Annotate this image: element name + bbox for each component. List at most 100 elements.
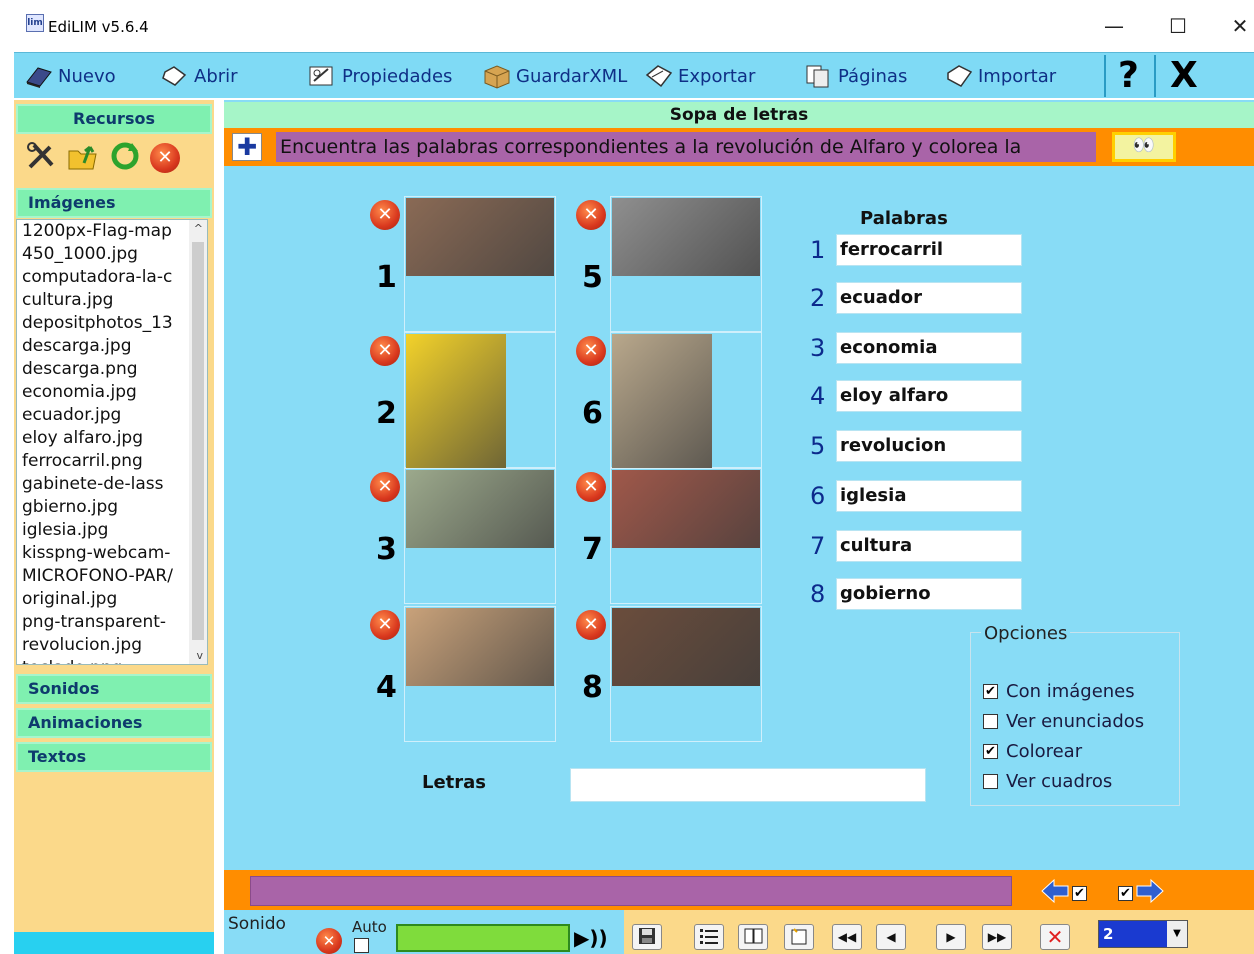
- image-file-list[interactable]: 1200px-Flag-map 450_1000.jpg computadora-l…: [16, 219, 208, 665]
- word-field[interactable]: iglesia: [836, 480, 1022, 512]
- page-list-button[interactable]: [694, 924, 724, 950]
- next-page-button[interactable]: ▶: [936, 924, 966, 950]
- options-group: Opciones ✔ Con imágenes Ver enunciados ✔ C…: [970, 623, 1180, 806]
- file-list-item[interactable]: depositphotos_13: [17, 312, 187, 335]
- next-page-link[interactable]: ✔: [1118, 878, 1165, 908]
- add-instruction-button[interactable]: ✚: [232, 133, 262, 161]
- word-number: 2: [810, 284, 826, 312]
- option-checkbox[interactable]: ✔: [983, 684, 998, 699]
- remove-image-icon[interactable]: ✕: [370, 336, 400, 366]
- option-colorear[interactable]: ✔ Colorear: [983, 741, 1082, 762]
- animations-section-tab[interactable]: Animaciones: [16, 708, 212, 738]
- remove-image-icon[interactable]: ✕: [370, 472, 400, 502]
- close-window-button[interactable]: ✕: [1226, 12, 1254, 40]
- remove-image-icon[interactable]: ✕: [576, 200, 606, 230]
- texts-section-tab[interactable]: Textos: [16, 742, 212, 772]
- picture-eloy-alfaro: [406, 608, 554, 686]
- file-list-item[interactable]: png-transparent-: [17, 611, 187, 634]
- file-list-item[interactable]: 1200px-Flag-map: [17, 220, 187, 243]
- word-field[interactable]: revolucion: [836, 430, 1022, 462]
- help-button[interactable]: ?: [1118, 55, 1139, 96]
- file-list-item[interactable]: eloy alfaro.jpg: [17, 427, 187, 450]
- option-con-imagenes[interactable]: ✔ Con imágenes: [983, 681, 1135, 702]
- scrollbar-thumb[interactable]: [192, 242, 204, 640]
- file-list-item[interactable]: gbierno.jpg: [17, 496, 187, 519]
- save-page-button[interactable]: [632, 924, 662, 950]
- word-field[interactable]: cultura: [836, 530, 1022, 562]
- remove-image-icon[interactable]: ✕: [576, 472, 606, 502]
- prev-page-button[interactable]: ◀: [876, 924, 906, 950]
- upload-folder-icon[interactable]: [66, 139, 100, 177]
- file-list-scrollbar[interactable]: ^ v: [189, 220, 207, 664]
- toolbar-divider: [1104, 55, 1106, 97]
- refresh-icon[interactable]: [108, 139, 142, 177]
- remove-image-icon[interactable]: ✕: [576, 336, 606, 366]
- file-list-item[interactable]: original.jpg: [17, 588, 187, 611]
- duplicate-page-button[interactable]: [738, 924, 768, 950]
- feedback-text-field[interactable]: [250, 876, 1012, 906]
- file-list-item[interactable]: iglesia.jpg: [17, 519, 187, 542]
- sound-progress: [396, 924, 570, 952]
- word-field[interactable]: economia: [836, 332, 1022, 364]
- new-page-button[interactable]: [784, 924, 814, 950]
- option-checkbox[interactable]: [983, 714, 998, 729]
- remove-image-icon[interactable]: ✕: [576, 610, 606, 640]
- prev-link-checkbox[interactable]: ✔: [1072, 885, 1087, 901]
- file-list-item[interactable]: kisspng-webcam-: [17, 542, 187, 565]
- prev-page-link[interactable]: ✔: [1040, 878, 1087, 908]
- exportar-button[interactable]: Exportar: [644, 61, 755, 91]
- file-list-item[interactable]: 450_1000.jpg: [17, 243, 187, 266]
- option-checkbox[interactable]: ✔: [983, 744, 998, 759]
- file-list-item[interactable]: teclado.png: [17, 657, 187, 664]
- word-field[interactable]: ferrocarril: [836, 234, 1022, 266]
- abrir-button[interactable]: Abrir: [160, 61, 238, 91]
- last-page-button[interactable]: ▶▶: [982, 924, 1012, 950]
- file-list-item[interactable]: revolucion.jpg: [17, 634, 187, 657]
- letters-input[interactable]: [570, 768, 926, 802]
- file-list-item[interactable]: ferrocarril.png: [17, 450, 187, 473]
- images-section-tab[interactable]: Imágenes: [16, 188, 212, 218]
- scroll-down-icon[interactable]: v: [196, 649, 203, 662]
- picture-gobierno: [612, 608, 760, 686]
- word-field[interactable]: ecuador: [836, 282, 1022, 314]
- remove-image-icon[interactable]: ✕: [370, 610, 400, 640]
- remove-image-icon[interactable]: ✕: [370, 200, 400, 230]
- importar-button[interactable]: Importar: [944, 61, 1056, 91]
- first-page-button[interactable]: ◀◀: [832, 924, 862, 950]
- page-select[interactable]: 2 ▼: [1098, 920, 1188, 948]
- instruction-text[interactable]: Encuentra las palabras correspondientes …: [276, 132, 1096, 162]
- exit-button[interactable]: X: [1170, 55, 1198, 96]
- word-field[interactable]: eloy alfaro: [836, 380, 1022, 412]
- scroll-up-icon[interactable]: ^: [194, 222, 203, 235]
- option-ver-enunciados[interactable]: Ver enunciados: [983, 711, 1144, 732]
- file-list-item[interactable]: ecuador.jpg: [17, 404, 187, 427]
- preview-eyes-button[interactable]: 👀: [1112, 132, 1176, 162]
- paginas-button[interactable]: Páginas: [804, 61, 907, 91]
- minimize-button[interactable]: —: [1100, 12, 1128, 40]
- propiedades-button[interactable]: Propiedades: [308, 61, 452, 91]
- sounds-section-tab[interactable]: Sonidos: [16, 674, 212, 704]
- maximize-button[interactable]: ☐: [1164, 12, 1192, 40]
- option-ver-cuadros[interactable]: Ver cuadros: [983, 771, 1112, 792]
- tools-icon[interactable]: [24, 139, 58, 177]
- delete-resource-icon[interactable]: ✕: [150, 143, 180, 173]
- next-link-checkbox[interactable]: ✔: [1118, 885, 1133, 901]
- file-list-item[interactable]: MICROFONO-PAR/: [17, 565, 187, 588]
- auto-checkbox[interactable]: [354, 938, 369, 953]
- word-field[interactable]: gobierno: [836, 578, 1022, 610]
- remove-sound-icon[interactable]: ✕: [316, 928, 342, 954]
- page-title: Sopa de letras: [224, 102, 1254, 128]
- delete-page-button[interactable]: ✕: [1040, 924, 1070, 950]
- image-number: 4: [376, 670, 397, 705]
- file-list-item[interactable]: cultura.jpg: [17, 289, 187, 312]
- file-list-item[interactable]: descarga.png: [17, 358, 187, 381]
- file-list-item[interactable]: gabinete-de-lass: [17, 473, 187, 496]
- guardarxml-button[interactable]: GuardarXML: [482, 61, 627, 91]
- option-checkbox[interactable]: [983, 774, 998, 789]
- nuevo-button[interactable]: Nuevo: [24, 61, 116, 91]
- file-list-item[interactable]: computadora-la-c: [17, 266, 187, 289]
- file-list-item[interactable]: descarga.jpg: [17, 335, 187, 358]
- file-list-item[interactable]: economia.jpg: [17, 381, 187, 404]
- play-sound-icon[interactable]: ▶)): [574, 926, 608, 950]
- chevron-down-icon[interactable]: ▼: [1167, 921, 1187, 947]
